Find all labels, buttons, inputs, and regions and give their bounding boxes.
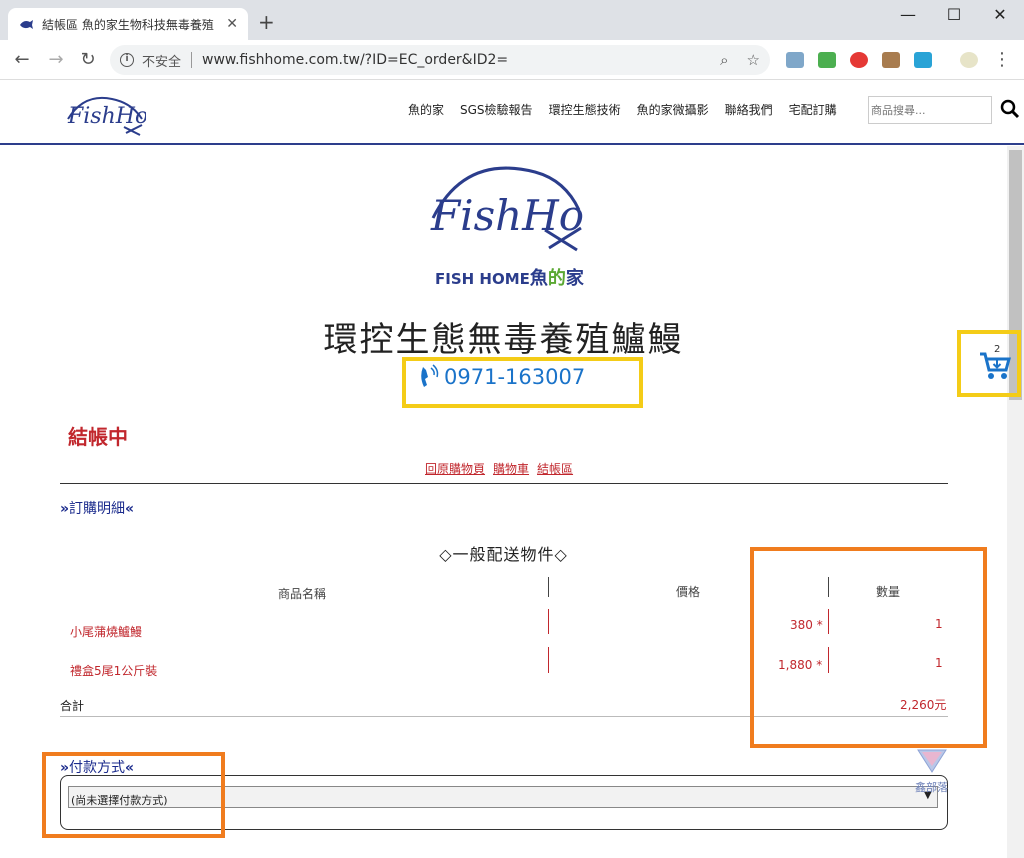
page-title: 環控生態無毒養殖鱸鰻 (323, 320, 684, 360)
order-details-label: 訂購明細 (69, 501, 126, 517)
nav-item-micro-photo[interactable]: 魚的家微攝影 (637, 101, 709, 118)
total-label: 合計 (60, 699, 85, 713)
insecure-label: 不安全 (142, 54, 182, 70)
row-product-name[interactable]: 禮盒5尾1公斤裝 (70, 662, 157, 679)
brand-cn-1: 魚 (529, 268, 548, 289)
extension-icon[interactable] (786, 52, 804, 68)
highlight-payment-frame (42, 752, 225, 838)
page-scrollbar[interactable] (1007, 146, 1024, 858)
menu-kebab-icon[interactable]: ⋮ (992, 50, 1012, 70)
brand-cn-3: 家 (565, 268, 584, 289)
col-price: 價格 (676, 585, 701, 599)
order-details-heading: »訂購明細« (60, 501, 135, 517)
brand-en: FISH HOME (435, 270, 530, 288)
extension-share-icon[interactable] (914, 52, 932, 68)
search-icon[interactable] (1000, 99, 1020, 124)
reload-icon[interactable]: ↻ (78, 50, 98, 70)
extension-mail-icon[interactable] (818, 52, 836, 68)
svg-text:FishHome: FishHome (67, 104, 146, 129)
address-separator (191, 52, 193, 68)
checkout-breadcrumb: 回原購物頁 購物車 結帳區 (425, 460, 573, 477)
highlight-price-qty-frame (750, 547, 987, 748)
col-product-name: 商品名稱 (278, 587, 327, 601)
zoom-icon[interactable]: ⌕ (720, 51, 728, 69)
crumb-checkout[interactable]: 結帳區 (537, 460, 573, 477)
browser-tabbar: 結帳區 魚的家生物科技無毒養殖 ✕ + — ☐ ✕ (0, 0, 1024, 40)
extension-color-icon[interactable] (850, 52, 868, 68)
nav-item-contact[interactable]: 聯絡我們 (725, 101, 773, 118)
info-icon[interactable]: i (120, 53, 134, 67)
fishhome-logo[interactable]: FishHome (64, 89, 146, 139)
nav-item-delivery-order[interactable]: 宅配訂購 (789, 101, 837, 118)
highlight-cart-frame (957, 330, 1021, 397)
nav-item-sgs-report[interactable]: SGS檢驗報告 (460, 101, 533, 118)
browser-toolbar: ← → ↻ i 不安全 www.fishhome.com.tw/?ID=EC_o… (0, 40, 1024, 80)
maximize-button[interactable]: ☐ (944, 5, 964, 25)
watermark-text: 鑫部落 (915, 781, 948, 794)
main-nav: 魚的家 SGS檢驗報告 環控生態技術 魚的家微攝影 聯絡我們 宅配訂購 (408, 101, 837, 118)
brand-cn-2: 的 (547, 268, 566, 289)
cell-divider (548, 609, 549, 634)
divider (60, 483, 948, 484)
tab-title: 結帳區 魚的家生物科技無毒養殖 (42, 17, 214, 32)
url-text[interactable]: www.fishhome.com.tw/?ID=EC_order&ID2= (202, 52, 702, 68)
minimize-button[interactable]: — (898, 5, 918, 25)
crumb-back-to-shop[interactable]: 回原購物頁 (425, 460, 485, 477)
highlight-phone-frame (402, 357, 643, 408)
new-tab-button[interactable]: + (258, 12, 275, 32)
fishhome-favicon-icon (20, 20, 33, 29)
nav-item-home[interactable]: 魚的家 (408, 101, 444, 118)
row-product-name[interactable]: 小尾蒲燒鱸鰻 (70, 623, 142, 640)
brand-subtitle: FISH HOME魚的家 (435, 264, 584, 290)
crumb-cart[interactable]: 購物車 (493, 460, 529, 477)
nav-item-eco-tech[interactable]: 環控生態技術 (549, 101, 621, 118)
profile-avatar-icon[interactable] (960, 52, 978, 68)
checkout-heading: 結帳中 (68, 425, 128, 449)
site-header: FishHome 魚的家 SGS檢驗報告 環控生態技術 魚的家微攝影 聯絡我們 … (0, 81, 1024, 145)
back-arrow-icon[interactable]: ← (12, 50, 32, 70)
address-bar[interactable]: i 不安全 www.fishhome.com.tw/?ID=EC_order&I… (110, 45, 770, 75)
col-divider (548, 577, 549, 597)
bookmark-star-icon[interactable]: ☆ (747, 51, 760, 69)
window-close-button[interactable]: ✕ (990, 5, 1010, 25)
cell-divider (548, 647, 549, 673)
svg-text:FishHome: FishHome (430, 191, 585, 240)
fishhome-main-logo: FishHome (430, 166, 585, 252)
product-search-input[interactable] (868, 96, 992, 124)
extension-face-icon[interactable] (882, 52, 900, 68)
browser-tab[interactable]: 結帳區 魚的家生物科技無毒養殖 ✕ (8, 8, 248, 40)
tab-close-icon[interactable]: ✕ (226, 16, 238, 32)
forward-arrow-icon[interactable]: → (46, 50, 66, 70)
